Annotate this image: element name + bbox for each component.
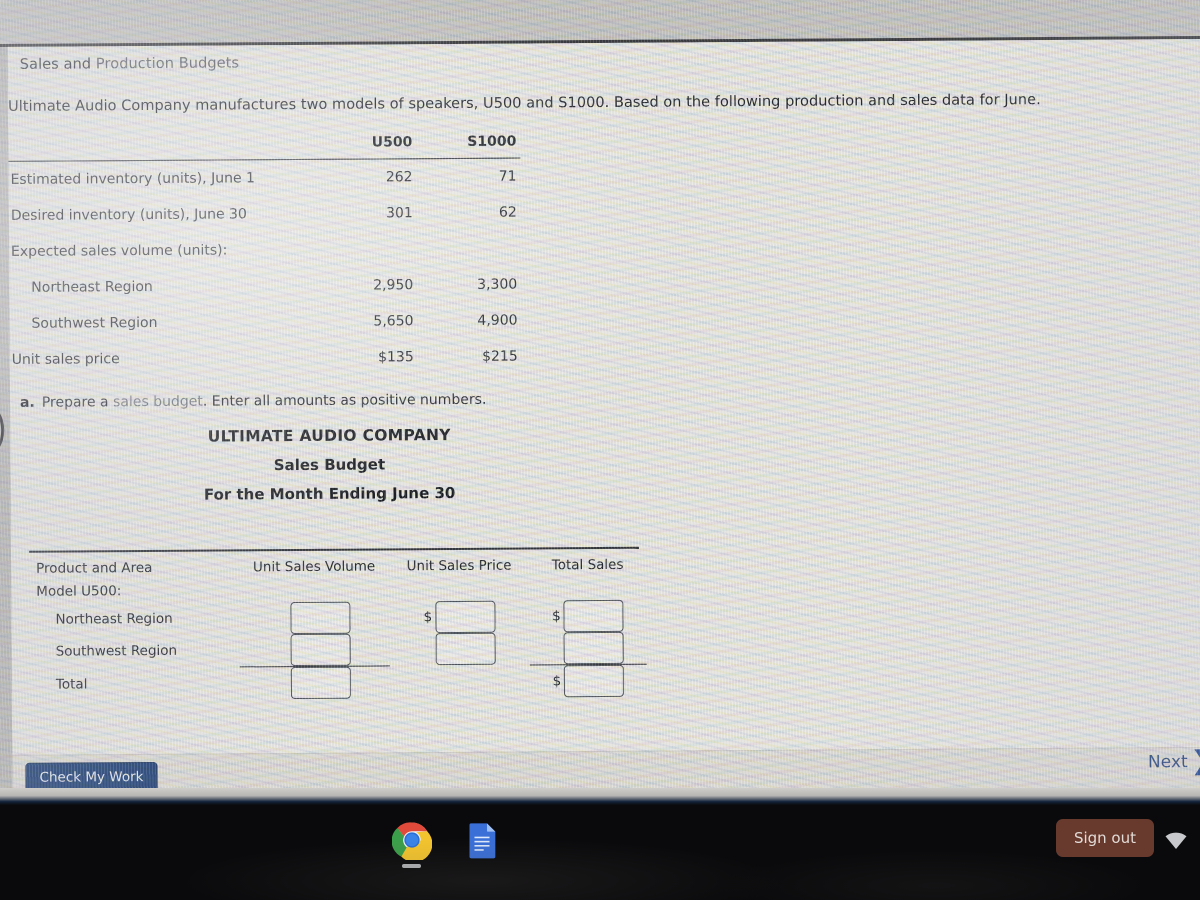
given-row-u500: 5,650 (373, 313, 414, 330)
part-a-instruction: a. Prepare a sales budget. Enter all amou… (20, 392, 486, 411)
given-row-s1000: 4,900 (477, 312, 518, 329)
given-row-u500: 301 (385, 205, 413, 222)
budget-row-label: Southwest Region (55, 642, 178, 660)
unit-sales-volume-input[interactable] (290, 633, 351, 667)
sales-budget-link[interactable]: sales budget (113, 394, 203, 411)
given-row-label: Expected sales volume (units): (10, 242, 228, 260)
shelf-top-edge (0, 788, 1200, 805)
statement-company: ULTIMATE AUDIO COMPANY (207, 426, 451, 446)
budget-cell-price: $ (389, 600, 529, 634)
assignment-page: Sales and Production Budgets Ultimate Au… (7, 38, 1200, 755)
currency-symbol: $ (552, 673, 562, 690)
statement-heading: ULTIMATE AUDIO COMPANY Sales Budget For … (20, 425, 638, 505)
budget-cell-total (529, 575, 646, 601)
next-button-label: Next (1147, 752, 1188, 773)
table-row: Northeast Region 2,950 3,300 (9, 267, 521, 306)
part-a-letter: a. (19, 394, 35, 411)
table-row: Unit sales price $135 $215 (10, 339, 522, 378)
budget-cell-volume: $ (239, 601, 389, 635)
budget-row-label: Total (55, 676, 88, 693)
currency-symbol: $ (552, 608, 561, 625)
budget-row: Northeast Region $ $ $ (29, 599, 646, 636)
chevron-right-icon: ❯ (1190, 745, 1200, 777)
budget-col-product-area: Product and Area (36, 559, 153, 577)
table-row: Estimated inventory (units), June 1 262 71 (8, 158, 520, 198)
question-title: Sales and Production Budgets (20, 55, 239, 72)
chrome-active-indicator (402, 864, 421, 868)
part-a-before: Prepare a (41, 394, 114, 411)
budget-cell-volume: $ (240, 666, 390, 700)
total-sales-input[interactable] (563, 599, 624, 633)
budget-row-label: Model U500: (36, 582, 122, 600)
unit-sales-volume-input[interactable] (290, 601, 351, 635)
sign-out-button[interactable]: Sign out (1055, 819, 1154, 857)
given-row-u500 (313, 231, 417, 268)
budget-col-unit-sales-price: Unit Sales Price (406, 557, 512, 575)
budget-body: Model U500:Northeast Region$$$Southwest … (29, 575, 647, 701)
given-data-body: Estimated inventory (units), June 1 262 71… (8, 158, 521, 378)
given-row-u500: 262 (385, 169, 413, 186)
budget-col-unit-sales-volume: Unit Sales Volume (252, 558, 376, 576)
sales-budget-form: Product and Area Unit Sales Volume Unit … (29, 546, 647, 701)
part-a-after: . Enter all amounts as positive numbers. (202, 391, 487, 410)
next-button[interactable]: Next ❯ (1147, 745, 1200, 777)
given-row-label: Unit sales price (11, 351, 120, 368)
wifi-icon[interactable] (1164, 830, 1188, 850)
budget-cell-price (390, 665, 530, 698)
table-row: Desired inventory (units), June 30 301 62 (9, 195, 521, 234)
budget-cell-volume (239, 576, 389, 602)
given-row-s1000: 62 (498, 204, 517, 221)
unit-sales-price-input[interactable] (435, 632, 496, 666)
given-header-s1000: S1000 (416, 131, 521, 159)
question-intro: Ultimate Audio Company manufactures two … (8, 92, 1041, 115)
total-sales-input[interactable] (564, 664, 625, 698)
budget-cell-total: $ (530, 631, 647, 665)
budget-cell-price: $ (390, 632, 530, 666)
total-sales-input[interactable] (563, 631, 625, 665)
budget-cell-total: $ (529, 599, 646, 633)
given-row-u500: 2,950 (373, 277, 414, 294)
statement-period: For the Month Ending June 30 (203, 483, 456, 504)
chromeos-shelf (0, 805, 1200, 900)
given-row-s1000: 3,300 (477, 276, 518, 293)
given-header-label (8, 132, 313, 162)
given-row-s1000: $215 (482, 348, 518, 365)
given-row-label: Northeast Region (31, 278, 153, 296)
given-header-u500: U500 (312, 132, 417, 160)
unit-sales-volume-input[interactable] (290, 666, 351, 700)
tilted-screen-image: Sales and Production Budgets Ultimate Au… (0, 0, 1200, 815)
budget-cell-price (389, 575, 529, 601)
given-row-label: Southwest Region (31, 314, 158, 332)
budget-row: Total $ $ (30, 664, 647, 701)
given-data-grid: U500 S1000 Estimated inventory (units), … (8, 131, 522, 378)
given-row-u500: $135 (378, 349, 414, 366)
table-row: Expected sales volume (units): (9, 231, 521, 270)
given-row-s1000 (417, 231, 521, 268)
question-title-muted: Production Budgets (95, 55, 240, 73)
budget-row: Southwest Region$$$ (30, 631, 647, 668)
google-docs-icon[interactable] (462, 820, 502, 860)
given-row-s1000: 71 (498, 168, 517, 185)
given-data-header-row: U500 S1000 (8, 131, 521, 162)
statement-name: Sales Budget (273, 455, 386, 475)
budget-row-label: Northeast Region (55, 610, 173, 628)
given-row-label: Desired inventory (units), June 30 (10, 206, 247, 224)
unit-sales-price-input[interactable] (435, 600, 496, 634)
given-row-label: Estimated inventory (units), June 1 (10, 170, 255, 188)
table-row: Southwest Region 5,650 4,900 (9, 303, 521, 342)
budget-cell-volume: $ (240, 633, 390, 667)
given-data-table: U500 S1000 Estimated inventory (units), … (8, 131, 570, 378)
question-title-plain: Sales and (19, 56, 96, 73)
currency-symbol: $ (423, 609, 433, 626)
budget-col-total-sales: Total Sales (551, 556, 624, 574)
screen-photo: Sales and Production Budgets Ultimate Au… (0, 0, 1200, 900)
chrome-icon[interactable] (392, 820, 432, 860)
sales-budget-grid: Product and Area Unit Sales Volume Unit … (29, 553, 647, 701)
budget-cell-total: $ (530, 664, 647, 698)
